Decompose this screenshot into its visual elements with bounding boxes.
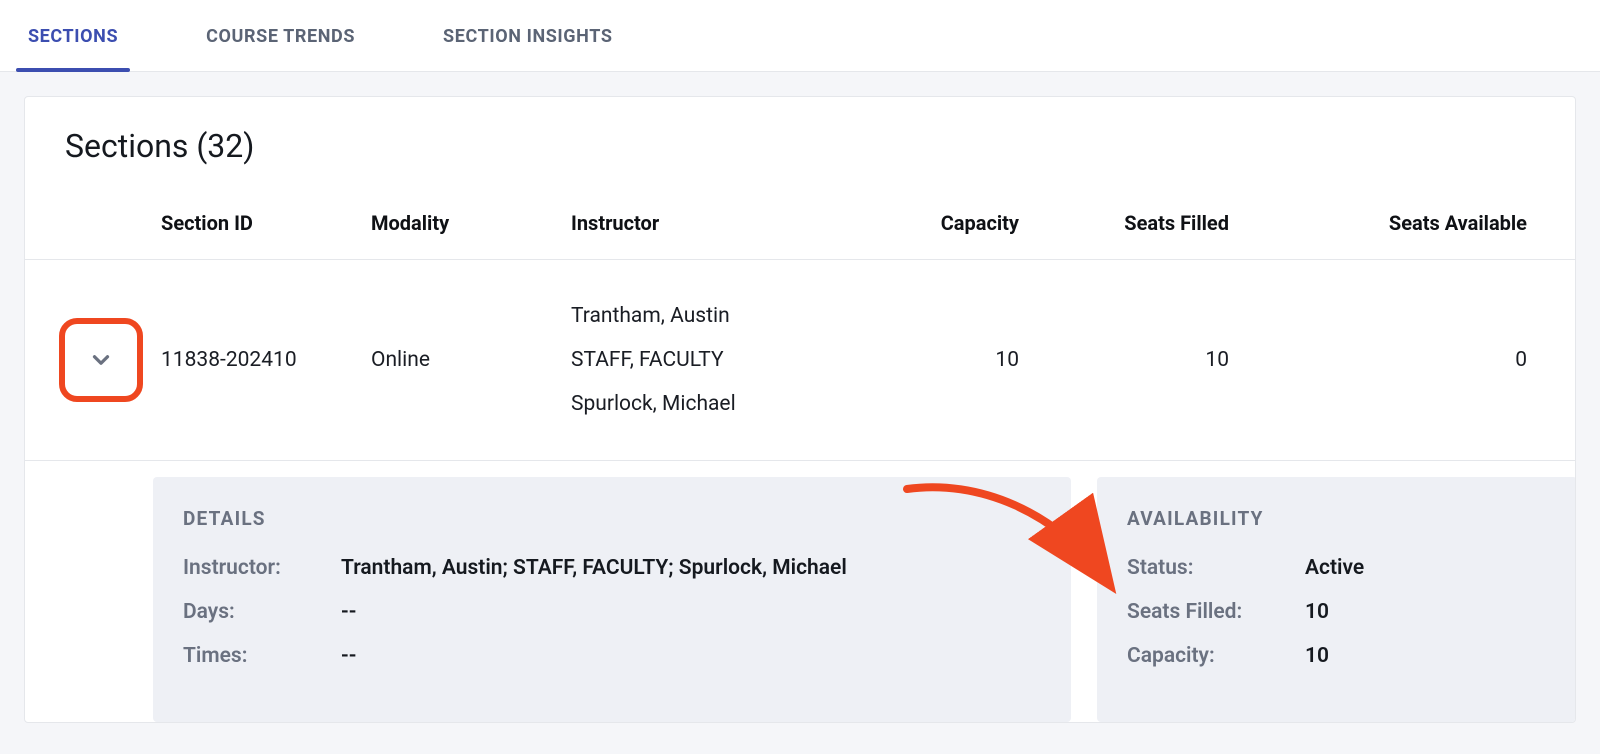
details-panel: DETAILS Instructor: Trantham, Austin; ST…	[153, 477, 1071, 722]
detail-panels: DETAILS Instructor: Trantham, Austin; ST…	[25, 461, 1576, 722]
detail-instructor-value: Trantham, Austin; STAFF, FACULTY; Spurlo…	[341, 556, 847, 580]
instructor-line: Spurlock, Michael	[571, 382, 887, 426]
col-modality[interactable]: Modality	[359, 191, 559, 260]
instructor-line: Trantham, Austin	[571, 294, 887, 338]
availability-seats-filled-label: Seats Filled:	[1127, 600, 1287, 624]
instructor-line: STAFF, FACULTY	[571, 338, 887, 382]
availability-seats-filled-value: 10	[1305, 600, 1329, 624]
expanded-detail-row: DETAILS Instructor: Trantham, Austin; ST…	[25, 461, 1576, 723]
tabs-bar: SECTIONS COURSE TRENDS SECTION INSIGHTS	[0, 0, 1600, 72]
col-seats-filled[interactable]: Seats Filled	[1079, 191, 1289, 260]
detail-times-value: --	[341, 644, 356, 668]
detail-times: Times: --	[183, 644, 1041, 668]
cell-seats-available: 0	[1289, 260, 1576, 461]
col-instructor[interactable]: Instructor	[559, 191, 899, 260]
expand-row-button[interactable]	[59, 318, 143, 402]
sections-card: Sections (32) Section ID Modality Instru…	[24, 96, 1576, 723]
cell-capacity: 10	[899, 260, 1079, 461]
tab-section-insights[interactable]: SECTION INSIGHTS	[439, 0, 616, 71]
annotation-arrow-icon	[887, 471, 1127, 621]
availability-seats-filled: Seats Filled: 10	[1127, 600, 1547, 624]
sections-table: Section ID Modality Instructor Capacity …	[25, 191, 1576, 722]
detail-times-label: Times:	[183, 644, 323, 668]
detail-instructor-label: Instructor:	[183, 556, 323, 580]
availability-capacity-value: 10	[1305, 644, 1329, 668]
availability-status-label: Status:	[1127, 556, 1287, 580]
cell-instructor: Trantham, Austin STAFF, FACULTY Spurlock…	[559, 260, 899, 461]
detail-days-value: --	[341, 600, 356, 624]
cell-seats-filled: 10	[1079, 260, 1289, 461]
chevron-down-icon	[88, 347, 114, 373]
table-header-row: Section ID Modality Instructor Capacity …	[25, 191, 1576, 260]
availability-panel: AVAILABILITY Status: Active Seats Filled…	[1097, 477, 1576, 722]
availability-status-value: Active	[1305, 556, 1364, 580]
col-capacity[interactable]: Capacity	[899, 191, 1079, 260]
detail-instructor: Instructor: Trantham, Austin; STAFF, FAC…	[183, 556, 1041, 580]
availability-heading: AVAILABILITY	[1127, 507, 1547, 530]
detail-days: Days: --	[183, 600, 1041, 624]
table-row: 11838-202410 Online Trantham, Austin STA…	[25, 260, 1576, 461]
detail-days-label: Days:	[183, 600, 323, 624]
page: SECTIONS COURSE TRENDS SECTION INSIGHTS …	[0, 0, 1600, 723]
cell-modality: Online	[359, 260, 559, 461]
cell-section-id: 11838-202410	[149, 260, 359, 461]
tab-course-trends[interactable]: COURSE TRENDS	[202, 0, 359, 71]
col-section-id[interactable]: Section ID	[149, 191, 359, 260]
details-heading: DETAILS	[183, 507, 1041, 530]
availability-capacity: Capacity: 10	[1127, 644, 1547, 668]
availability-status: Status: Active	[1127, 556, 1547, 580]
availability-capacity-label: Capacity:	[1127, 644, 1287, 668]
tab-sections[interactable]: SECTIONS	[24, 0, 122, 71]
col-seats-available[interactable]: Seats Available	[1289, 191, 1576, 260]
card-title: Sections (32)	[25, 97, 1575, 191]
